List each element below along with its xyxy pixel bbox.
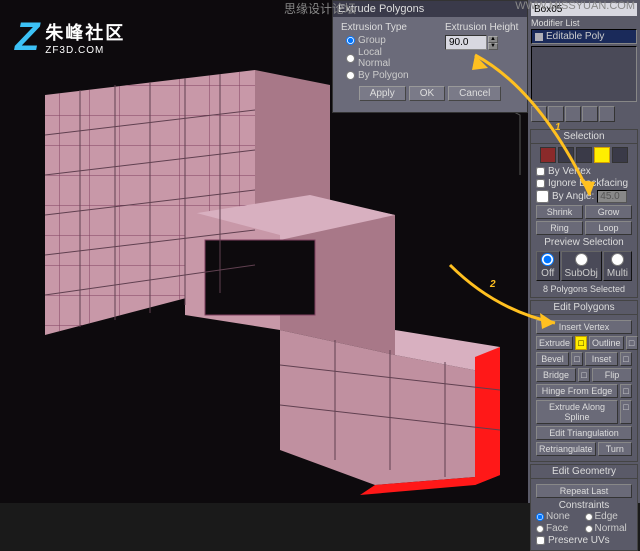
selection-header[interactable]: Selection	[531, 130, 637, 144]
watermark-url: WWW.MISSYUAN.COM	[515, 0, 635, 12]
constraint-none-radio[interactable]	[536, 513, 544, 521]
command-panel: Box05 Modifier List Editable Poly Select…	[528, 0, 640, 503]
ignore-backfacing-checkbox[interactable]	[536, 179, 545, 188]
extrude-spline-button[interactable]: Extrude Along Spline	[536, 400, 618, 424]
loop-button[interactable]: Loop	[585, 221, 632, 235]
spinner-down-icon[interactable]: ▼	[488, 43, 498, 50]
inset-settings-button[interactable]: □	[620, 352, 632, 366]
ok-button[interactable]: OK	[409, 86, 445, 101]
preserve-uvs-checkbox[interactable]	[536, 536, 545, 545]
preview-off-button[interactable]: Off	[536, 251, 560, 281]
flip-button[interactable]: Flip	[592, 368, 632, 382]
edit-polygons-header[interactable]: Edit Polygons	[531, 301, 637, 315]
constraints-label: Constraints	[536, 500, 632, 511]
outline-button[interactable]: Outline	[589, 336, 624, 350]
make-unique-icon[interactable]	[565, 106, 581, 122]
selection-rollout: Selection By Vertex Ignore Backfacing By…	[530, 129, 638, 298]
subobj-vertex-icon[interactable]	[540, 147, 556, 163]
grow-button[interactable]: Grow	[585, 205, 632, 219]
cancel-button[interactable]: Cancel	[448, 86, 501, 101]
modifier-editable-poly[interactable]: Editable Poly	[531, 29, 637, 44]
subobj-edge-icon[interactable]	[558, 147, 574, 163]
bridge-button[interactable]: Bridge	[536, 368, 576, 382]
configure-sets-icon[interactable]	[599, 106, 615, 122]
extrusion-height-input[interactable]: 90.0	[445, 35, 487, 50]
remove-modifier-icon[interactable]	[582, 106, 598, 122]
watermark-center: 思缘设计论坛	[284, 0, 356, 17]
selection-count: 8 Polygons Selected	[536, 284, 632, 294]
model-geometry	[0, 55, 528, 495]
retriangulate-button[interactable]: Retriangulate	[536, 442, 596, 456]
apply-button[interactable]: Apply	[359, 86, 406, 101]
by-vertex-checkbox[interactable]	[536, 167, 545, 176]
shrink-button[interactable]: Shrink	[536, 205, 583, 219]
subobj-border-icon[interactable]	[576, 147, 592, 163]
inset-button[interactable]: Inset	[585, 352, 618, 366]
extrusion-type-label: Extrusion Type	[341, 22, 415, 33]
bridge-settings-button[interactable]: □	[578, 368, 590, 382]
constraint-normal-radio[interactable]	[585, 525, 593, 533]
extrusion-height-label: Extrusion Height	[445, 22, 519, 33]
turn-button[interactable]: Turn	[598, 442, 632, 456]
extrude-settings-button[interactable]: □	[575, 336, 587, 350]
constraint-edge-radio[interactable]	[585, 513, 593, 521]
spinner-up-icon[interactable]: ▲	[488, 36, 498, 43]
pin-stack-icon[interactable]	[531, 106, 547, 122]
bevel-button[interactable]: Bevel	[536, 352, 569, 366]
hinge-button[interactable]: Hinge From Edge	[536, 384, 618, 398]
extrude-dialog: Extrude Polygons Extrusion Type Group Lo…	[332, 0, 528, 113]
edit-tri-button[interactable]: Edit Triangulation	[536, 426, 632, 440]
edit-polygons-rollout: Edit Polygons Insert Vertex Extrude□Outl…	[530, 300, 638, 462]
logo-url: ZF3D.COM	[45, 45, 125, 56]
logo: Z 朱峰社区 ZF3D.COM	[15, 15, 125, 60]
angle-input[interactable]: 45.0	[597, 190, 627, 203]
show-result-icon[interactable]	[548, 106, 564, 122]
by-angle-checkbox[interactable]	[536, 190, 549, 203]
ring-button[interactable]: Ring	[536, 221, 583, 235]
constraint-face-radio[interactable]	[536, 525, 544, 533]
preview-subobj-button[interactable]: SubObj	[561, 251, 602, 281]
repeat-last-button[interactable]: Repeat Last	[536, 484, 632, 498]
preview-multi-button[interactable]: Multi	[603, 251, 632, 281]
edit-geometry-header[interactable]: Edit Geometry	[531, 465, 637, 479]
spline-settings-button[interactable]: □	[620, 400, 632, 424]
outline-settings-button[interactable]: □	[626, 336, 638, 350]
logo-z-icon: Z	[15, 15, 39, 60]
radio-by-polygon[interactable]	[346, 71, 355, 80]
dialog-title: Extrude Polygons	[333, 1, 527, 17]
edit-geometry-rollout: Edit Geometry Repeat Last Constraints No…	[530, 464, 638, 551]
preview-label: Preview Selection	[536, 237, 632, 248]
modifier-stack[interactable]	[531, 46, 637, 102]
subobj-polygon-icon[interactable]	[594, 147, 610, 163]
radio-group[interactable]	[346, 36, 355, 45]
modifier-list-label: Modifier List	[531, 18, 637, 28]
bevel-settings-button[interactable]: □	[571, 352, 583, 366]
hinge-settings-button[interactable]: □	[620, 384, 632, 398]
radio-local-normal[interactable]	[346, 54, 355, 63]
insert-vertex-button[interactable]: Insert Vertex	[536, 320, 632, 334]
logo-title: 朱峰社区	[45, 19, 125, 45]
extrude-button[interactable]: Extrude	[536, 336, 573, 350]
subobj-element-icon[interactable]	[612, 147, 628, 163]
